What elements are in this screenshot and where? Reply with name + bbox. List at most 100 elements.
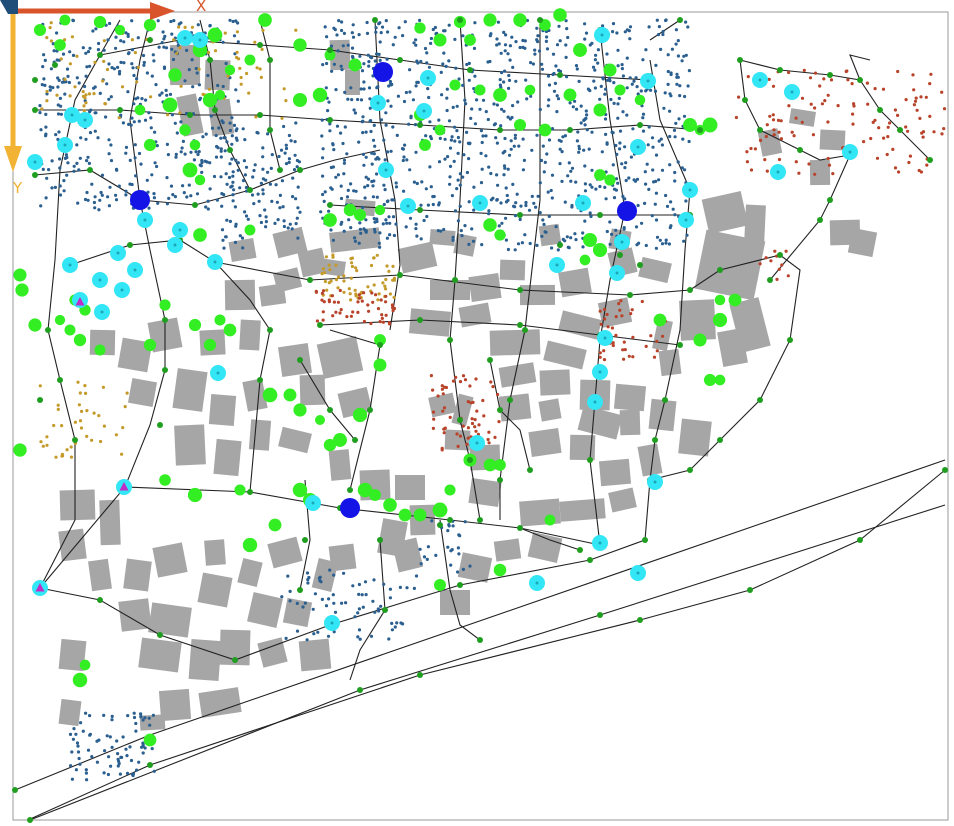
cluster-point	[45, 36, 49, 40]
cluster-point	[419, 237, 423, 241]
cluster-point	[538, 181, 542, 185]
cluster-point	[245, 71, 249, 76]
cluster-point	[915, 108, 919, 112]
cluster-point	[305, 571, 310, 575]
cluster-point	[371, 599, 375, 603]
cluster-point	[189, 150, 193, 154]
cluster-point	[477, 423, 481, 427]
cluster-point	[668, 226, 672, 230]
junction-node	[517, 322, 523, 328]
junction-node	[557, 72, 563, 78]
station-marker-icon	[682, 182, 698, 198]
cluster-point	[920, 131, 924, 135]
cluster-point	[73, 85, 77, 89]
cluster-point	[570, 166, 575, 170]
cluster-point	[331, 255, 335, 259]
station-marker-icon	[678, 212, 694, 228]
cluster-point	[81, 46, 85, 50]
cluster-point	[666, 53, 670, 57]
cluster-point	[339, 64, 343, 68]
cluster-point	[78, 391, 82, 395]
cluster-point	[383, 188, 387, 192]
cluster-point	[454, 66, 458, 70]
junction-node	[257, 377, 263, 383]
cluster-point	[187, 183, 191, 187]
cluster-point	[542, 222, 546, 226]
cluster-point	[372, 217, 376, 221]
cluster-point	[48, 85, 52, 89]
cluster-point	[924, 95, 928, 99]
cluster-point	[232, 34, 237, 38]
cluster-point	[543, 230, 547, 234]
building-footprint	[744, 204, 766, 246]
cluster-point	[617, 96, 621, 100]
cluster-point	[356, 635, 360, 639]
cluster-point	[583, 22, 587, 26]
cluster-point	[442, 51, 446, 55]
cluster-point	[224, 61, 228, 66]
cluster-point	[341, 141, 345, 146]
cluster-point	[456, 178, 460, 182]
cluster-point	[467, 200, 471, 204]
junction-node	[897, 127, 903, 133]
cluster-point	[169, 184, 174, 188]
junction-node	[527, 467, 533, 473]
cluster-point	[458, 172, 462, 176]
junction-node	[747, 587, 753, 593]
cluster-point	[90, 182, 94, 186]
tree-canopy	[93, 15, 107, 29]
cluster-point	[130, 38, 134, 42]
cluster-point	[395, 133, 399, 137]
cluster-point	[134, 721, 138, 726]
junction-node	[372, 17, 378, 23]
station-marker-icon	[127, 262, 143, 278]
cluster-point	[170, 47, 174, 51]
cluster-point	[425, 214, 429, 219]
cluster-point	[940, 90, 944, 94]
cluster-point	[162, 45, 166, 49]
cluster-point	[229, 185, 233, 189]
cluster-point	[431, 426, 435, 430]
cluster-point	[623, 145, 627, 149]
cluster-point	[286, 574, 290, 578]
cluster-point	[317, 576, 321, 580]
cluster-point	[836, 104, 840, 108]
cluster-point	[451, 235, 455, 239]
cluster-point	[504, 238, 508, 242]
cluster-point	[353, 111, 357, 115]
cluster-point	[566, 174, 570, 178]
cluster-point	[614, 315, 618, 319]
cluster-point	[261, 155, 265, 159]
cluster-point	[97, 414, 101, 418]
cluster-point	[363, 228, 367, 232]
cluster-point	[577, 79, 581, 83]
cluster-point	[93, 206, 97, 210]
building-footprint	[172, 368, 208, 412]
cluster-point	[303, 601, 307, 605]
cluster-point	[543, 160, 547, 164]
cluster-point	[357, 628, 362, 632]
cluster-point	[667, 242, 672, 246]
cluster-point	[66, 161, 70, 165]
cluster-point	[494, 136, 498, 140]
cluster-point	[567, 161, 571, 165]
station-marker-icon	[62, 257, 78, 273]
cluster-point	[617, 302, 621, 306]
tree-canopy	[242, 537, 258, 553]
cluster-point	[361, 205, 365, 210]
cluster-point	[150, 747, 154, 751]
building-footprint	[228, 237, 257, 263]
cluster-point	[129, 758, 134, 763]
cluster-point	[284, 143, 288, 147]
cluster-point	[529, 61, 533, 65]
cluster-point	[328, 268, 332, 272]
station-marker-icon	[469, 435, 485, 451]
map-canvas[interactable]: X Y	[0, 0, 954, 826]
cluster-point	[221, 84, 225, 89]
cluster-point	[143, 716, 147, 720]
cluster-point	[373, 227, 377, 232]
cluster-point	[443, 157, 447, 161]
cluster-point	[653, 202, 657, 206]
station-marker-icon	[587, 394, 603, 410]
junction-node	[32, 172, 38, 178]
